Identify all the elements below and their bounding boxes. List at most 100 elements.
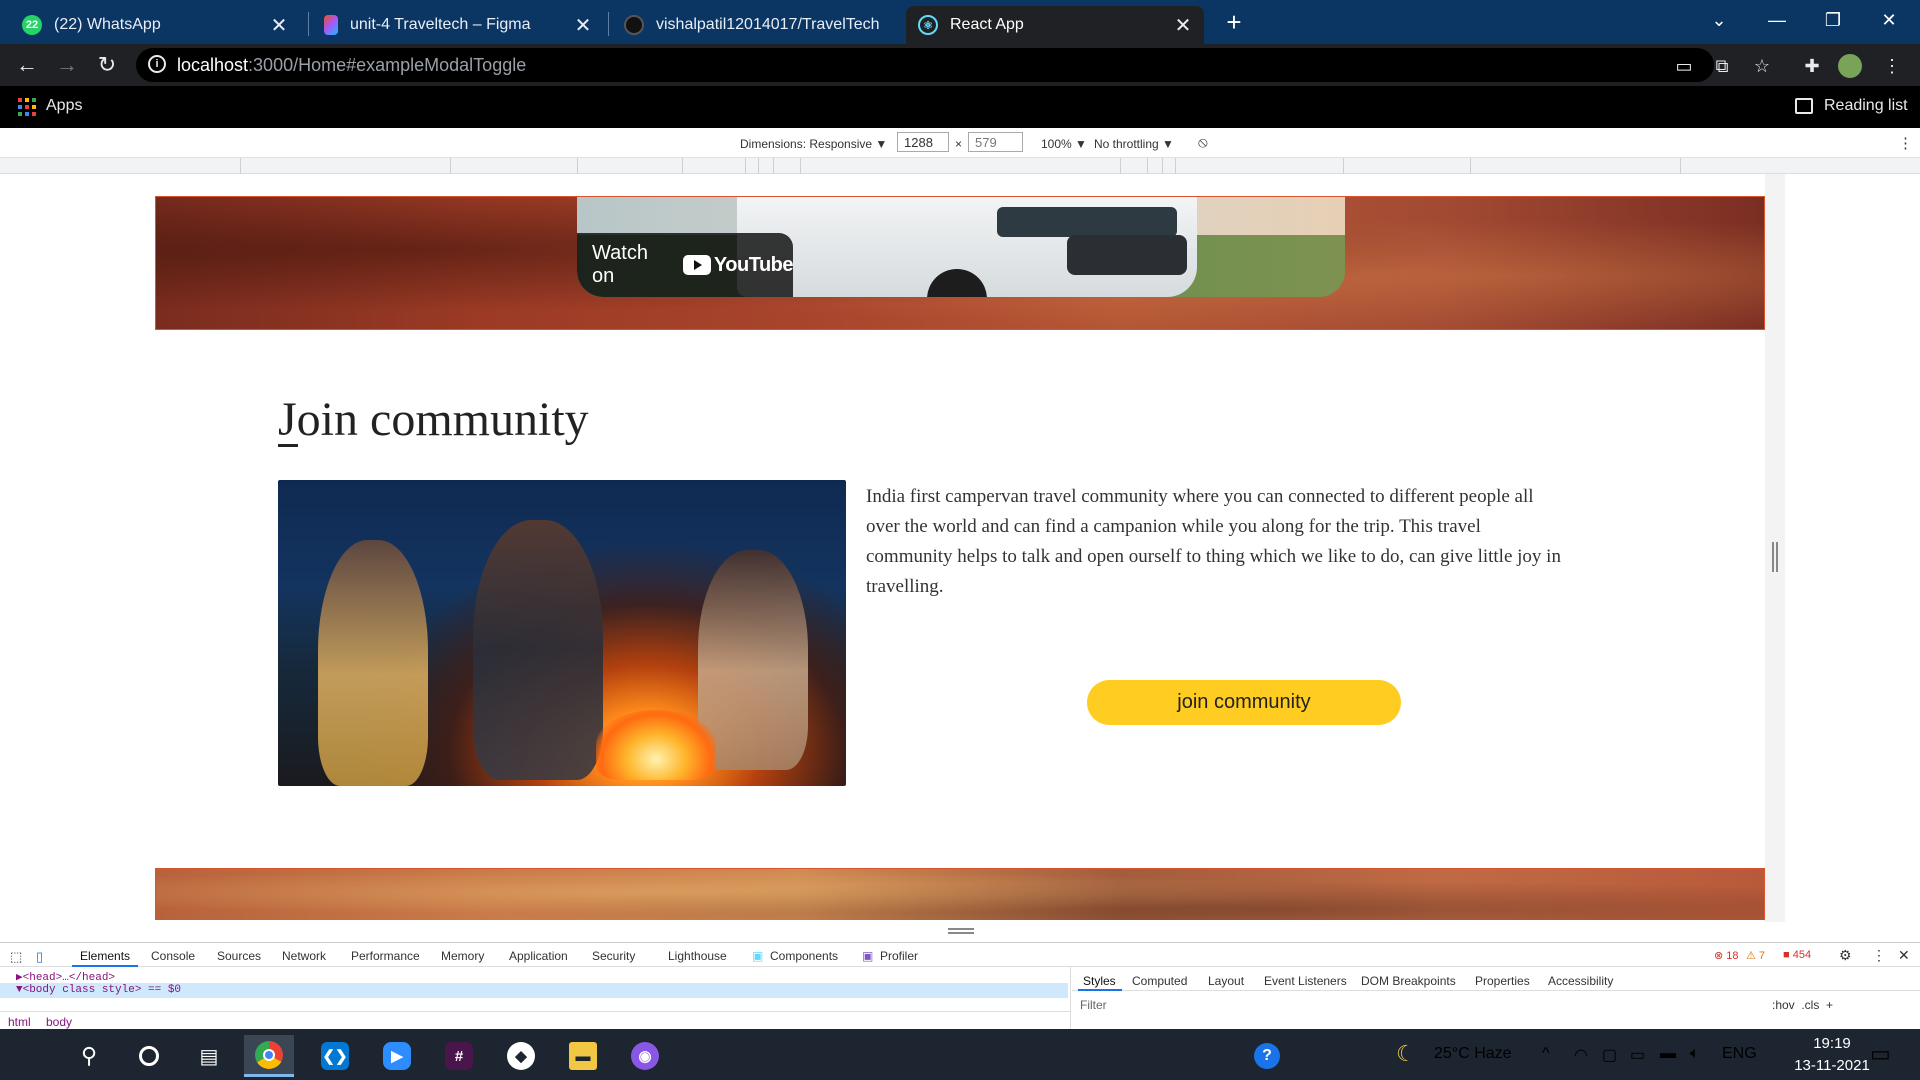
- styles-filter-tools[interactable]: :hov .cls +: [1772, 998, 1833, 1012]
- breadcrumb-body[interactable]: body: [46, 1015, 72, 1029]
- taskbar-zoom[interactable]: ▶: [372, 1035, 422, 1077]
- battery-icon[interactable]: ▬: [1660, 1045, 1676, 1063]
- tab-application[interactable]: Application: [509, 949, 568, 963]
- close-tab-icon[interactable]: ✕: [1174, 13, 1192, 38]
- throttling-select[interactable]: No throttling ▼: [1094, 137, 1174, 151]
- error-count: 18: [1726, 950, 1739, 962]
- tab-accessibility[interactable]: Accessibility: [1548, 974, 1613, 988]
- restore-icon[interactable]: ❐: [1805, 0, 1861, 40]
- apps-grid-icon[interactable]: [18, 98, 36, 116]
- youtube-embed[interactable]: Watch on YouTube: [577, 197, 1345, 297]
- tab-security[interactable]: Security: [592, 949, 635, 963]
- clock-date[interactable]: 13-11-2021: [1786, 1057, 1878, 1074]
- profile-avatar[interactable]: [1838, 54, 1862, 78]
- tab-sources[interactable]: Sources: [217, 949, 261, 963]
- devtools-settings-icon[interactable]: ⚙: [1839, 947, 1852, 964]
- tab-whatsapp[interactable]: 22 (22) WhatsApp ✕: [10, 6, 300, 44]
- tab-properties[interactable]: Properties: [1475, 974, 1530, 988]
- start-button[interactable]: [4, 1035, 54, 1077]
- tab-profiler[interactable]: Profiler: [880, 949, 918, 963]
- volume-icon[interactable]: 🔈︎: [1690, 1045, 1700, 1063]
- url-text[interactable]: localhost:3000/Home#exampleModalToggle: [177, 55, 526, 76]
- blocked-popup-icon[interactable]: ▭: [1672, 54, 1696, 78]
- dom-node-body-selected[interactable]: ▼<body class style> == $0: [0, 983, 1068, 998]
- notifications-icon[interactable]: ▭: [1870, 1041, 1891, 1067]
- device-toggle-icon[interactable]: ▯: [36, 949, 43, 965]
- zoom-select[interactable]: 100% ▼: [1041, 137, 1087, 151]
- tab-components[interactable]: Components: [770, 949, 838, 963]
- browser-toolbar: ← → ↻ i localhost:3000/Home#exampleModal…: [0, 44, 1920, 86]
- taskbar-chrome[interactable]: [244, 1035, 294, 1077]
- tab-styles[interactable]: Styles: [1083, 974, 1116, 988]
- tab-dom-breakpoints[interactable]: DOM Breakpoints: [1361, 974, 1456, 988]
- close-tab-icon[interactable]: ✕: [574, 13, 592, 38]
- device-toolbar-menu-icon[interactable]: ⋮: [1898, 134, 1913, 152]
- taskbar-file-explorer[interactable]: ▬: [558, 1035, 608, 1077]
- site-info-icon[interactable]: i: [148, 55, 166, 73]
- taskbar-vscode[interactable]: ❮❯: [310, 1035, 360, 1077]
- apps-bookmark[interactable]: Apps: [46, 97, 82, 115]
- inspect-element-icon[interactable]: ⬚: [10, 949, 22, 965]
- dom-node-head[interactable]: ▶<head>…</head>: [16, 970, 115, 984]
- tab-memory[interactable]: Memory: [441, 949, 484, 963]
- join-community-button[interactable]: join community: [1087, 680, 1401, 725]
- forward-icon[interactable]: →: [52, 50, 82, 80]
- devtools-menu-icon[interactable]: ⋮: [1872, 947, 1886, 964]
- help-icon[interactable]: ?: [1254, 1043, 1280, 1069]
- tab-performance[interactable]: Performance: [351, 949, 420, 963]
- tab-elements[interactable]: Elements: [80, 949, 130, 963]
- tab-react-app[interactable]: ⚛ React App ✕: [906, 6, 1204, 44]
- weather-text[interactable]: 25°C Haze: [1434, 1045, 1512, 1063]
- devtools-splitter[interactable]: [1070, 967, 1071, 1030]
- taskbar-github-desktop[interactable]: ◉: [620, 1035, 670, 1077]
- close-tab-icon[interactable]: ✕: [270, 13, 288, 38]
- new-tab-button[interactable]: +: [1219, 8, 1249, 38]
- display-icon[interactable]: ▭: [1630, 1045, 1645, 1065]
- window-close-icon[interactable]: ✕: [1861, 0, 1917, 40]
- meet-now-icon[interactable]: ▢: [1602, 1045, 1617, 1065]
- tab-computed[interactable]: Computed: [1132, 974, 1187, 988]
- drag-handle-icon[interactable]: [948, 928, 974, 934]
- tab-github[interactable]: vishalpatil12014017/TravelTech: [612, 6, 904, 44]
- breadcrumb-html[interactable]: html: [8, 1015, 31, 1029]
- task-view-button[interactable]: ▤: [184, 1035, 234, 1077]
- error-count-badge[interactable]: ⊗ 18: [1714, 949, 1739, 962]
- search-button[interactable]: ⚲: [64, 1035, 114, 1077]
- minimize-icon[interactable]: —: [1749, 0, 1805, 40]
- tab-search-icon[interactable]: ⌄: [1691, 0, 1747, 40]
- show-hidden-icons[interactable]: ^: [1542, 1045, 1550, 1063]
- media-query-ruler[interactable]: [0, 158, 1920, 174]
- network-icon[interactable]: ◠: [1574, 1045, 1588, 1065]
- issues-count-badge[interactable]: ■ 454: [1783, 949, 1811, 961]
- taskbar-whatsapp-app[interactable]: ◆: [496, 1035, 546, 1077]
- tab-console[interactable]: Console: [151, 949, 195, 963]
- translate-icon[interactable]: ⧉: [1710, 54, 1734, 78]
- reading-list-icon[interactable]: [1795, 98, 1813, 114]
- tab-event-listeners[interactable]: Event Listeners: [1264, 974, 1347, 988]
- cortana-button[interactable]: [124, 1035, 174, 1077]
- menu-kebab-icon[interactable]: ⋮: [1880, 54, 1904, 78]
- tab-figma[interactable]: unit-4 Traveltech – Figma ✕: [312, 6, 604, 44]
- watch-on-youtube-button[interactable]: Watch on YouTube: [577, 233, 794, 297]
- tab-layout[interactable]: Layout: [1208, 974, 1244, 988]
- viewport-width-input[interactable]: 1288: [897, 132, 949, 152]
- dimensions-select[interactable]: Dimensions: Responsive ▼: [740, 137, 887, 151]
- tab-lighthouse[interactable]: Lighthouse: [668, 949, 727, 963]
- rotate-icon[interactable]: ⦸: [1198, 134, 1208, 151]
- resize-handle-icon[interactable]: [1772, 542, 1778, 572]
- reload-icon[interactable]: ↻: [92, 50, 122, 80]
- styles-filter-input[interactable]: Filter: [1080, 998, 1107, 1012]
- viewport-height-input[interactable]: 579: [968, 132, 1023, 152]
- heading-underline: [278, 444, 298, 447]
- bookmark-star-icon[interactable]: ☆: [1750, 54, 1774, 78]
- extensions-icon[interactable]: ✚: [1800, 54, 1824, 78]
- language-indicator[interactable]: ENG: [1722, 1045, 1757, 1063]
- taskbar-slack[interactable]: #: [434, 1035, 484, 1077]
- devtools-close-icon[interactable]: ✕: [1898, 947, 1910, 964]
- warning-count: 7: [1758, 950, 1766, 962]
- tab-network[interactable]: Network: [282, 949, 326, 963]
- reading-list-button[interactable]: Reading list: [1824, 97, 1908, 115]
- warning-count-badge[interactable]: ⚠ 7: [1746, 949, 1765, 962]
- clock-time[interactable]: 19:19: [1792, 1035, 1872, 1052]
- back-icon[interactable]: ←: [12, 50, 42, 80]
